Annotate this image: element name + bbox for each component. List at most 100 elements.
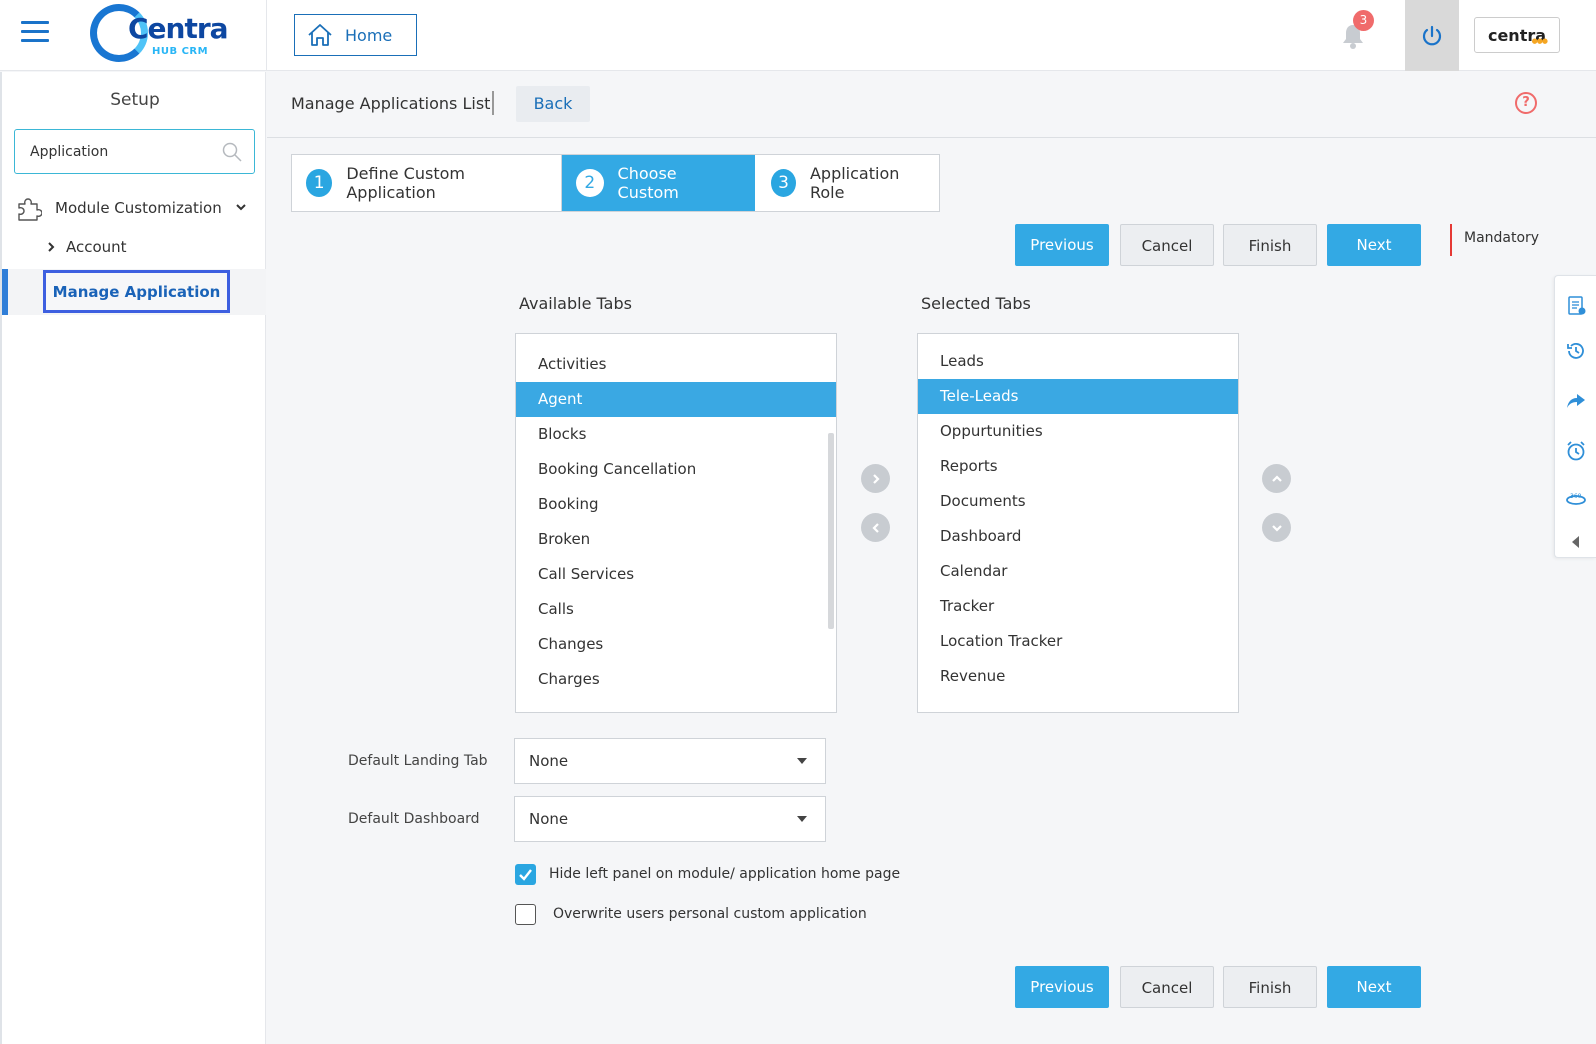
overwrite-personal-app-checkbox[interactable] (515, 904, 536, 925)
page-title: Manage Applications List (291, 94, 491, 113)
chevron-up-icon (1271, 474, 1282, 482)
finish-button-bottom[interactable]: Finish (1223, 966, 1317, 1008)
selected-tab-item[interactable]: Tele-Leads (918, 379, 1238, 414)
default-dashboard-select[interactable]: None (514, 796, 826, 842)
selected-tab-item[interactable]: Oppurtunities (918, 414, 1238, 449)
sidebar-item-manage-application[interactable]: Manage Application (43, 270, 230, 313)
centra-hub-crm-logo[interactable]: Centra HUB CRM (90, 4, 229, 66)
default-landing-tab-select[interactable]: None (514, 738, 826, 784)
collapse-left-icon[interactable] (1565, 531, 1587, 553)
step-label: Define Custom Application (346, 164, 465, 202)
available-tab-item[interactable]: Booking (516, 487, 836, 522)
help-icon[interactable]: ? (1515, 92, 1537, 114)
available-tab-item[interactable]: Booking Cancellation (516, 452, 836, 487)
step-number: 2 (576, 169, 604, 197)
active-indicator (2, 269, 8, 315)
move-left-button[interactable] (861, 513, 890, 542)
available-tab-item[interactable]: Changes (516, 627, 836, 662)
brand-logo-box[interactable]: centra ●●● (1474, 17, 1560, 53)
brand-dots: ●●● (1531, 37, 1548, 45)
power-button[interactable] (1405, 0, 1459, 71)
puzzle-icon (18, 198, 42, 221)
previous-button-bottom[interactable]: Previous (1015, 966, 1109, 1008)
sidebar-item-module-customization[interactable]: Module Customization (16, 194, 256, 222)
default-dashboard-label: Default Dashboard (348, 811, 480, 827)
power-icon (1422, 25, 1442, 45)
step-define-custom-application[interactable]: 1 Define Custom Application (292, 155, 562, 211)
available-tab-item[interactable]: Calls (516, 592, 836, 627)
available-tab-item[interactable]: Broken (516, 522, 836, 557)
selected-tabs-list[interactable]: Leads Tele-Leads Oppurtunities Reports Docum… (917, 333, 1239, 713)
default-dashboard-value: None (529, 810, 569, 828)
default-landing-tab-label: Default Landing Tab (348, 753, 488, 769)
available-tab-item[interactable]: Call Services (516, 557, 836, 592)
module-customization-label: Module Customization (55, 199, 222, 217)
svg-text:360: 360 (1570, 493, 1582, 500)
selected-tab-item[interactable]: Tracker (918, 589, 1238, 624)
breadcrumb: Manage Applications List Back ? (267, 72, 1596, 138)
selected-tab-item[interactable]: Dashboard (918, 519, 1238, 554)
notification-badge: 3 (1353, 10, 1374, 31)
360-view-icon[interactable]: 360 (1565, 488, 1587, 510)
hamburger-menu-icon[interactable] (21, 21, 49, 43)
main-content: Manage Applications List Back ? 1 Define… (267, 72, 1596, 1044)
chevron-down-icon (236, 204, 246, 211)
clipboard-icon[interactable] (1565, 294, 1587, 316)
next-button-top[interactable]: Next (1327, 224, 1421, 266)
hide-left-panel-label: Hide left panel on module/ application h… (549, 866, 901, 882)
step-number: 1 (306, 169, 333, 197)
available-tab-item[interactable]: Blocks (516, 417, 836, 452)
hide-left-panel-checkbox[interactable] (515, 864, 536, 885)
selected-tab-item[interactable]: Documents (918, 484, 1238, 519)
top-header: Centra HUB CRM Home 3 centra ●●● (0, 0, 1596, 71)
step-number: 3 (771, 169, 796, 197)
home-icon (308, 24, 332, 46)
cancel-button-bottom[interactable]: Cancel (1120, 966, 1214, 1008)
step-label: Application Role (809, 164, 900, 202)
step-application-role[interactable]: 3 Application Role (755, 155, 939, 211)
available-tab-item[interactable]: Agent (516, 382, 836, 417)
next-button-bottom[interactable]: Next (1327, 966, 1421, 1008)
caret-down-icon (797, 758, 807, 764)
move-down-button[interactable] (1262, 513, 1291, 542)
scrollbar-thumb[interactable] (828, 433, 834, 629)
cancel-button-top[interactable]: Cancel (1120, 224, 1214, 266)
available-tab-item[interactable]: Charges (516, 662, 836, 697)
move-right-button[interactable] (861, 464, 890, 493)
step-choose-custom[interactable]: 2 Choose Custom (562, 155, 755, 211)
alarm-icon[interactable] (1565, 440, 1587, 462)
available-tabs-title: Available Tabs (519, 294, 632, 313)
available-tab-item[interactable]: Activities (516, 347, 836, 382)
selected-tab-item[interactable]: Reports (918, 449, 1238, 484)
chevron-right-icon (48, 242, 55, 252)
home-button[interactable]: Home (294, 14, 417, 56)
share-icon[interactable] (1565, 390, 1587, 412)
caret-down-icon (797, 816, 807, 822)
available-tabs-list[interactable]: Activities Agent Blocks Booking Cancellatio… (515, 333, 837, 713)
move-up-button[interactable] (1262, 464, 1291, 493)
selected-tab-item[interactable]: Calendar (918, 554, 1238, 589)
sidebar-search-input[interactable] (30, 143, 210, 160)
overwrite-personal-app-label: Overwrite users personal custom applicat… (553, 906, 867, 922)
sidebar-search-field[interactable] (14, 129, 255, 174)
selected-tab-item[interactable]: Leads (918, 344, 1238, 379)
account-label: Account (66, 238, 127, 256)
checkmark-icon (519, 869, 532, 881)
right-floating-toolbar: 360 (1554, 275, 1596, 558)
chevron-right-icon (872, 473, 880, 484)
back-button[interactable]: Back (516, 86, 590, 122)
chevron-left-icon (871, 522, 879, 533)
mandatory-indicator (1450, 224, 1452, 256)
sidebar-item-account[interactable]: Account (46, 238, 127, 256)
history-icon[interactable] (1565, 340, 1587, 362)
previous-button-top[interactable]: Previous (1015, 224, 1109, 266)
finish-button-top[interactable]: Finish (1223, 224, 1317, 266)
selected-tab-item[interactable]: Location Tracker (918, 624, 1238, 659)
wizard-steps: 1 Define Custom Application 2 Choose Cus… (291, 154, 940, 212)
setup-sidebar: Setup Module Customization Account Manag… (0, 72, 266, 1044)
breadcrumb-separator (492, 91, 494, 115)
selected-tab-item[interactable]: Revenue (918, 659, 1238, 694)
search-icon[interactable] (222, 142, 242, 162)
sidebar-title: Setup (110, 90, 160, 110)
default-landing-tab-value: None (529, 752, 569, 770)
